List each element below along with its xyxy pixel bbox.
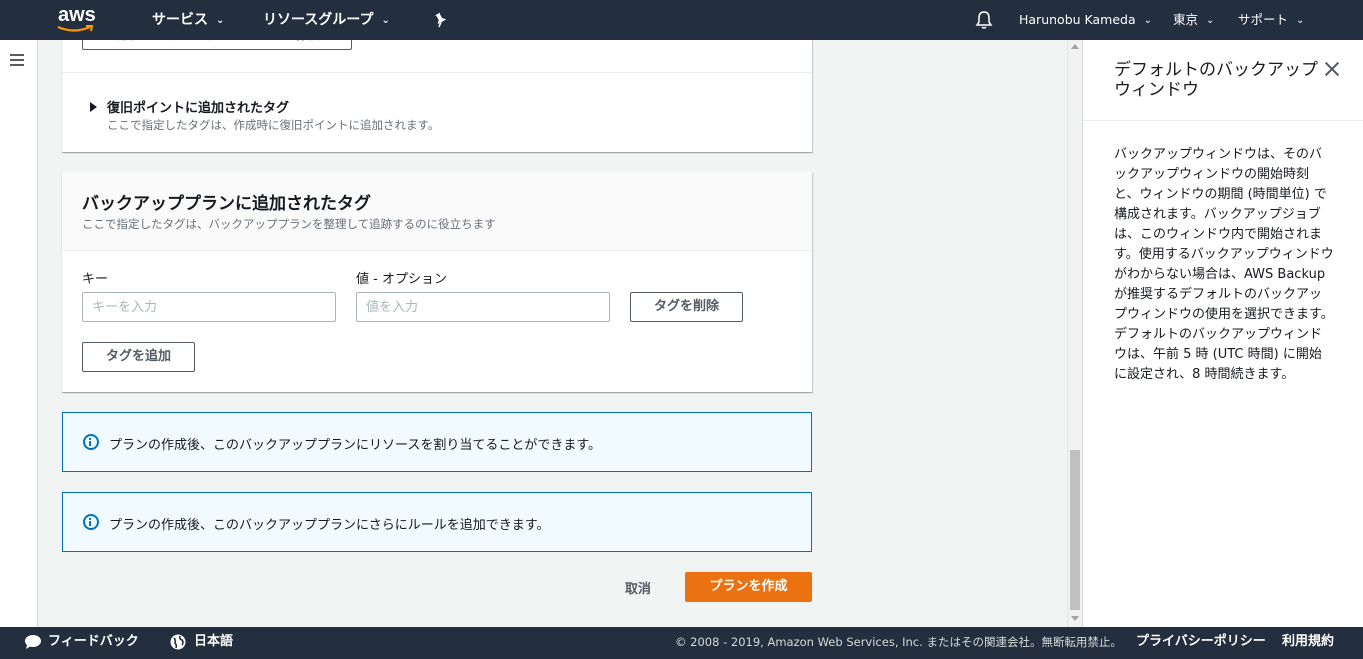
divider <box>62 72 812 73</box>
cancel-button[interactable]: 取消 <box>625 578 651 597</box>
services-menu[interactable]: サービス ⌄ <box>152 0 224 40</box>
info-icon <box>83 514 99 530</box>
key-label: キー <box>82 272 109 287</box>
help-divider <box>1083 120 1363 121</box>
expand-triangle-icon[interactable] <box>90 102 97 112</box>
recovery-tags-title[interactable]: 復旧ポイントに追加されたタグ <box>107 97 289 116</box>
help-body: バックアップウィンドウは、そのバックアップウィンドウの開始時刻と、ウィンドウの期… <box>1114 147 1334 382</box>
speech-bubble-icon <box>25 634 41 649</box>
scrollbar-thumb[interactable] <box>1070 450 1080 610</box>
info-icon <box>83 434 99 450</box>
info-text: プランの作成後、このバックアッププランにさらにルールを追加できます。 <box>109 518 550 533</box>
chevron-down-icon: ⌄ <box>1206 15 1215 26</box>
bell-icon[interactable] <box>975 0 993 40</box>
copyright-text: © 2008 - 2019, Amazon Web Services, Inc.… <box>675 635 1122 649</box>
chevron-down-icon: ⌄ <box>1143 15 1153 26</box>
chevron-down-icon: ⌄ <box>216 15 225 26</box>
feedback-link[interactable]: フィードバック <box>24 627 139 659</box>
top-navigation: aws サービス ⌄ リソースグループ ⌄ Harunobu Kameda ⌄ 東京 ⌄… <box>0 0 1363 40</box>
hamburger-icon[interactable] <box>10 54 24 66</box>
user-menu[interactable]: Harunobu Kameda ⌄ <box>1019 0 1152 40</box>
panel-desc: ここで指定したタグは、バックアッププランを整理して追跡するのに役立ちます <box>82 217 496 231</box>
region-menu[interactable]: 東京 ⌄ <box>1173 0 1214 40</box>
main-scrollbar[interactable] <box>1067 40 1081 627</box>
create-vault-button[interactable]: 新しいバックアップボールトを作成 <box>82 40 352 50</box>
value-label: 値 - オプション <box>356 272 447 287</box>
user-name: Harunobu Kameda <box>1019 12 1136 27</box>
close-icon[interactable] <box>1324 61 1340 77</box>
scroll-up-arrow-icon[interactable] <box>1071 44 1079 49</box>
help-title: デフォルトのバックアップウィンドウ <box>1114 60 1318 100</box>
chevron-down-icon: ⌄ <box>381 15 390 26</box>
globe-icon <box>170 634 186 649</box>
info-alert-add-rules: プランの作成後、このバックアッププランにさらにルールを追加できます。 <box>62 492 812 552</box>
resource-groups-menu[interactable]: リソースグループ ⌄ <box>263 0 390 40</box>
panel-title: バックアッププランに追加されたタグ <box>82 194 371 214</box>
remove-tag-button[interactable]: タグを削除 <box>630 292 743 322</box>
help-panel: デフォルトのバックアップウィンドウ バックアップウィンドウは、そのバックアップウ… <box>1082 40 1363 627</box>
info-text: プランの作成後、このバックアッププランにリソースを割り当てることができます。 <box>109 438 602 453</box>
backup-plan-tags-panel: バックアッププランに追加されたタグ ここで指定したタグは、バックアッププランを整… <box>62 172 812 392</box>
scroll-down-arrow-icon[interactable] <box>1071 616 1079 621</box>
add-tag-button[interactable]: タグを追加 <box>82 342 195 372</box>
privacy-policy-link[interactable]: プライバシーポリシー <box>1136 627 1266 659</box>
key-input[interactable] <box>82 292 336 322</box>
footer: フィードバック 日本語 © 2008 - 2019, Amazon Web Se… <box>0 627 1363 659</box>
terms-link[interactable]: 利用規約 <box>1282 627 1334 659</box>
support-menu[interactable]: サポート ⌄ <box>1238 0 1304 40</box>
recovery-tags-desc: ここで指定したタグは、作成時に復旧ポイントに追加されます。 <box>107 118 440 132</box>
smile-arrow-icon <box>57 25 94 32</box>
language-selector[interactable]: 日本語 <box>170 627 233 659</box>
create-plan-button[interactable]: プランを作成 <box>685 572 812 602</box>
region-label: 東京 <box>1173 12 1199 27</box>
support-label: サポート <box>1238 12 1289 27</box>
chevron-down-icon: ⌄ <box>1296 15 1305 26</box>
main-content: 新しいバックアップボールトを作成 復旧ポイントに追加されたタグ ここで指定したタ… <box>38 40 1067 627</box>
feedback-label: フィードバック <box>48 634 139 649</box>
resource-groups-label: リソースグループ <box>263 12 374 28</box>
panel-header: バックアッププランに追加されたタグ ここで指定したタグは、バックアッププランを整… <box>62 172 812 251</box>
services-label: サービス <box>152 12 208 28</box>
pin-icon[interactable] <box>434 0 448 40</box>
language-label: 日本語 <box>194 634 234 649</box>
info-alert-assign-resources: プランの作成後、このバックアッププランにリソースを割り当てることができます。 <box>62 412 812 472</box>
aws-logo[interactable]: aws <box>56 4 100 34</box>
value-input[interactable] <box>356 292 610 322</box>
recovery-point-tags-panel: 新しいバックアップボールトを作成 復旧ポイントに追加されたタグ ここで指定したタ… <box>62 40 812 152</box>
left-rail <box>0 40 38 627</box>
